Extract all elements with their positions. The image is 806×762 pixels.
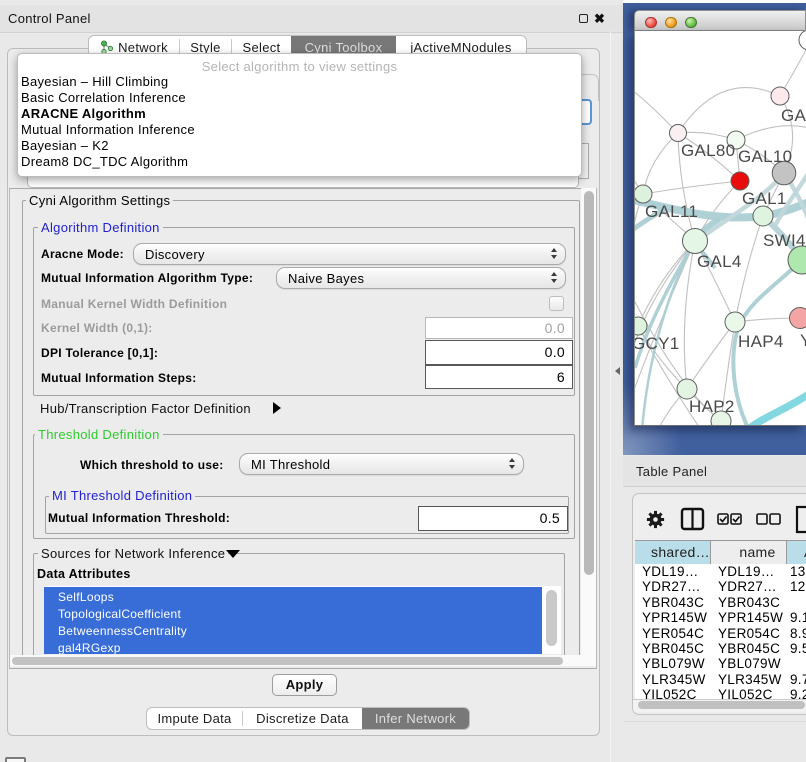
svg-text:HAP4: HAP4 — [738, 332, 784, 351]
svg-text:GCY1: GCY1 — [635, 334, 680, 353]
svg-text:GAL80: GAL80 — [681, 141, 735, 160]
svg-text:SWI4: SWI4 — [763, 231, 806, 250]
svg-text:GAL4: GAL4 — [697, 252, 742, 271]
svg-text:GAL11: GAL11 — [645, 202, 698, 221]
svg-text:GAL1: GAL1 — [742, 189, 787, 208]
svg-text:Y: Y — [800, 331, 806, 350]
svg-text:GAL2: GAL2 — [781, 106, 806, 125]
svg-text:HAP2: HAP2 — [689, 397, 735, 416]
svg-text:GAL10: GAL10 — [738, 147, 792, 166]
